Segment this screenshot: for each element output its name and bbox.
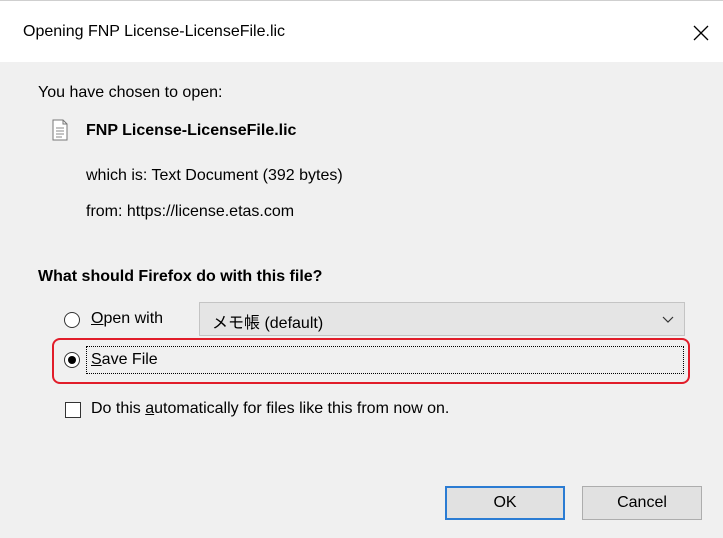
open-with-radio[interactable] <box>64 312 80 328</box>
open-with-app-value: メモ帳 (default) <box>212 315 324 332</box>
open-with-label-rest: pen with <box>103 310 164 327</box>
auto-label-after: utomatically for files like this from no… <box>154 400 450 417</box>
save-file-mnemonic: S <box>91 351 102 368</box>
close-icon <box>693 25 709 41</box>
window-title: Opening FNP License-LicenseFile.lic <box>23 23 286 40</box>
open-with-app-select[interactable]: メモ帳 (default) <box>199 302 685 336</box>
file-name: FNP License-LicenseFile.lic <box>86 122 297 139</box>
intro-text: You have chosen to open: <box>38 84 223 101</box>
save-file-focus-ring <box>86 346 684 374</box>
auto-action-checkbox[interactable] <box>65 402 81 418</box>
download-dialog: Opening FNP License-LicenseFile.lic You … <box>0 0 723 538</box>
open-with-mnemonic: O <box>91 310 104 327</box>
title-bar: Opening FNP License-LicenseFile.lic <box>0 0 723 63</box>
file-source-info: from: https://license.etas.com <box>86 203 295 220</box>
file-type-info: which is: Text Document (392 bytes) <box>86 167 343 184</box>
save-file-label-rest: ave File <box>101 351 158 368</box>
auto-label-mnemonic: a <box>145 400 155 417</box>
ok-button[interactable]: OK <box>445 486 565 520</box>
cancel-button[interactable]: Cancel <box>582 486 702 520</box>
action-question: What should Firefox do with this file? <box>38 268 323 285</box>
text-document-icon <box>52 119 68 141</box>
auto-action-label[interactable]: Do this automatically for files like thi… <box>91 400 449 418</box>
save-file-radio[interactable] <box>64 352 80 368</box>
chevron-down-icon <box>662 316 674 323</box>
open-with-label[interactable]: Open with <box>91 310 163 328</box>
save-file-label[interactable]: Save File <box>91 351 158 369</box>
close-button[interactable] <box>679 13 723 53</box>
auto-label-before: Do this <box>91 400 146 417</box>
